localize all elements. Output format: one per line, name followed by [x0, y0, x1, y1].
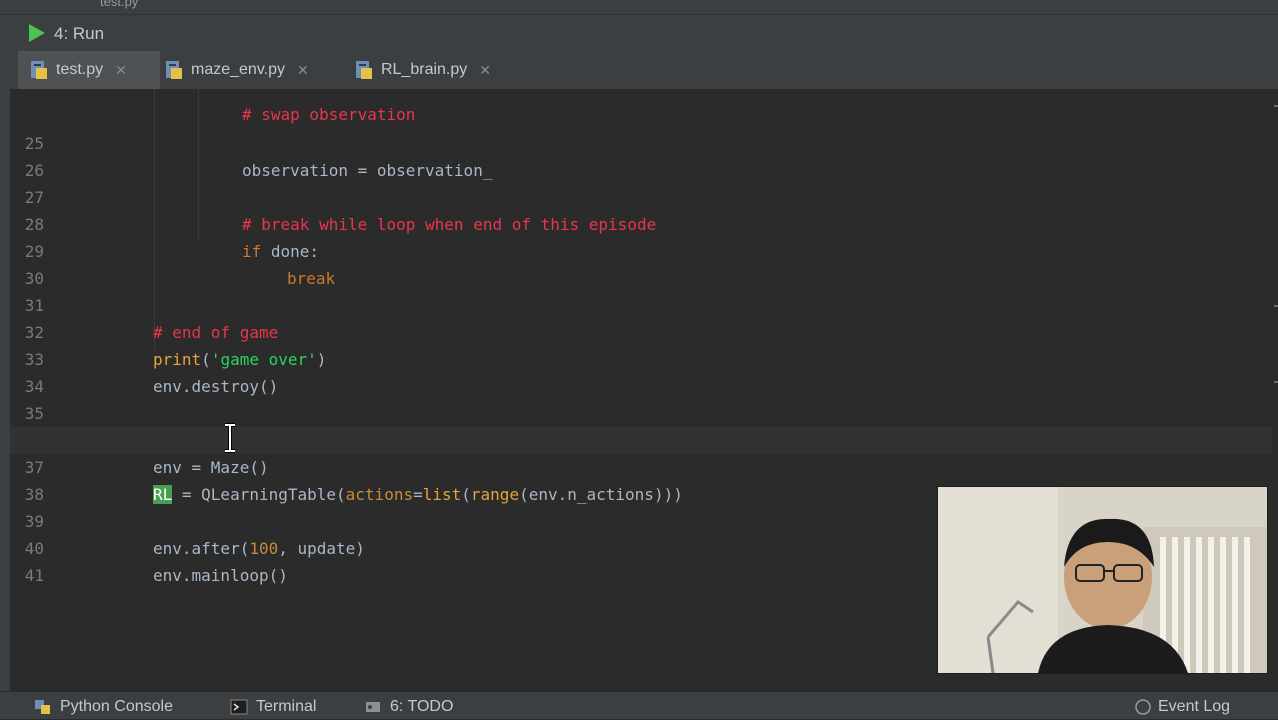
code-line: 26: [24, 161, 44, 180]
code-line: 25 observation = observation_: [24, 134, 493, 180]
code-line: 35 if __name__ == "__main__":: [24, 404, 360, 450]
event-log-icon: [1132, 699, 1151, 715]
bottom-tool-bar: Python Console Terminal 6: TODO Event Lo…: [0, 691, 1278, 719]
terminal-icon: [230, 699, 248, 715]
python-console-icon: [34, 699, 52, 715]
code-line: 34: [24, 377, 44, 396]
tab-label: test.py: [56, 61, 104, 78]
code-line-partial: # swap observation: [242, 105, 416, 124]
window-title: test.py: [100, 0, 139, 9]
run-toolbar: 4: Run: [0, 15, 1278, 52]
tab-label: maze_env.py: [191, 61, 285, 78]
code-line: 36 env = Maze(): [25, 431, 269, 477]
code-line: 30: [24, 269, 44, 288]
todo-button[interactable]: 6: TODO: [364, 698, 453, 716]
todo-icon: [364, 699, 382, 715]
code-line-current: 37 RL = QLearningTable(actions=list(rang…: [10, 427, 1278, 504]
window-title-bar: test.py: [0, 0, 1278, 15]
tab-test-py[interactable]: test.py ✕: [18, 51, 160, 89]
python-file-icon: [30, 60, 48, 80]
code-line: 32 print('game over'): [24, 323, 327, 369]
python-console-button[interactable]: Python Console: [34, 698, 173, 716]
code-line: 27 # break while loop when end of this e…: [24, 188, 657, 234]
terminal-button[interactable]: Terminal: [230, 698, 316, 716]
close-icon[interactable]: ✕: [297, 62, 309, 79]
webcam-overlay: [937, 486, 1268, 674]
code-line: 29 break: [24, 242, 336, 288]
close-icon[interactable]: ✕: [479, 62, 491, 79]
python-file-icon: [355, 60, 373, 80]
error-stripe[interactable]: [1272, 89, 1278, 691]
code-line: 28 if done:: [24, 215, 320, 261]
play-icon[interactable]: [28, 23, 46, 43]
tab-rl-brain-py[interactable]: RL_brain.py ✕: [355, 51, 525, 89]
close-icon[interactable]: ✕: [115, 62, 127, 79]
tab-label: RL_brain.py: [381, 61, 468, 78]
code-line: 31 # end of game: [24, 296, 279, 342]
python-file-icon: [165, 60, 183, 80]
event-log-button[interactable]: Event Log: [1132, 698, 1230, 716]
run-tool-window-label[interactable]: 4: Run: [54, 24, 104, 44]
editor-tab-bar: test.py ✕ maze_env.py ✕ RL_brain.py ✕: [10, 51, 1278, 90]
text-cursor-icon: [222, 423, 238, 453]
code-line: 33 env.destroy(): [24, 350, 279, 396]
tab-maze-env-py[interactable]: maze_env.py ✕: [165, 51, 345, 89]
code-line: 38: [24, 485, 44, 504]
